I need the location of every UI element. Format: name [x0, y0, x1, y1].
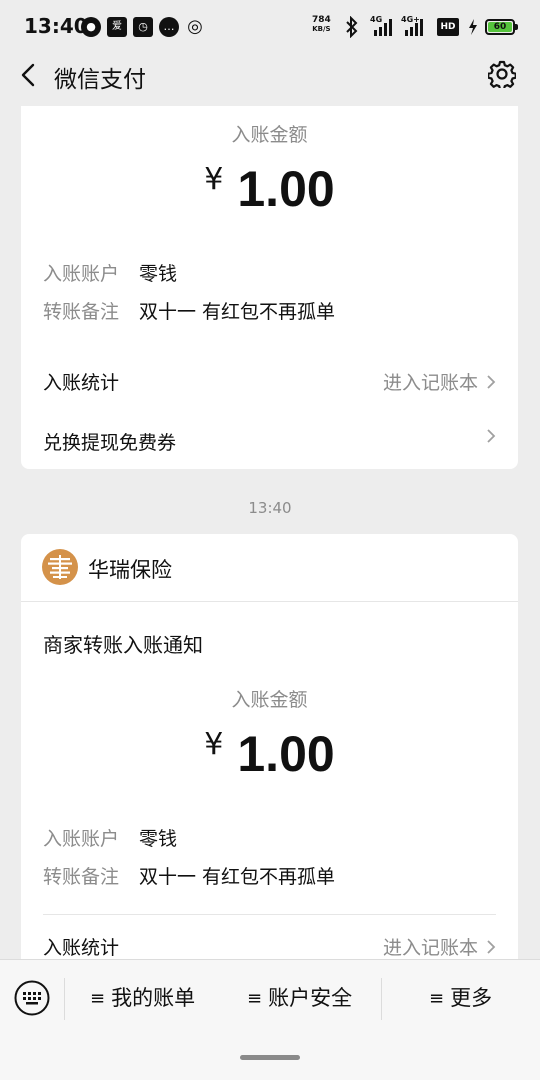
menu-icon: ≡ [90, 988, 106, 1009]
remark-value: 双十一 有红包不再孤单 [139, 866, 336, 888]
bottom-menu-bar: ≡ 我的账单 ≡ 账户安全 ≡ 更多 [0, 959, 540, 1080]
merchant-logo-icon [42, 549, 78, 585]
amount-display: ¥1.00 [21, 160, 518, 218]
status-time: 13:40 [24, 14, 88, 38]
menu-label: 更多 [450, 986, 493, 1010]
menu-separator [64, 978, 65, 1020]
currency-symbol: ¥ [204, 727, 224, 762]
transfer-card-1: 入账金额 ¥1.00 入账账户 零钱 转账备注 双十一 有红包不再孤单 入账统计… [21, 106, 518, 469]
amount-value: 1.00 [237, 726, 335, 782]
amount-value: 1.00 [237, 161, 335, 217]
alarm-icon: ◷ [133, 17, 153, 37]
remark-key: 转账备注 [43, 866, 120, 888]
page-title: 微信支付 [54, 67, 146, 93]
chevron-right-icon [487, 429, 496, 443]
wechat-icon: ● [81, 17, 101, 37]
signal-1-icon [374, 19, 392, 36]
coupon-row-label[interactable]: 兑换提现免费券 [43, 428, 176, 455]
ledger-link-label: 进入记账本 [382, 372, 478, 394]
menu-label: 我的账单 [111, 986, 196, 1010]
menu-separator [381, 978, 382, 1020]
account-value: 零钱 [139, 263, 178, 285]
ledger-link-label: 进入记账本 [382, 937, 478, 959]
coupon-row-arrow[interactable] [478, 428, 496, 444]
home-indicator[interactable] [240, 1055, 300, 1060]
ledger-link[interactable]: 进入记账本 [383, 368, 496, 395]
divider [21, 601, 518, 602]
message-icon: … [159, 17, 179, 37]
hotspot-icon: ◎ [187, 16, 203, 37]
menu-account-security[interactable]: ≡ 账户安全 [247, 982, 352, 1012]
account-value: 零钱 [139, 828, 178, 850]
divider [43, 914, 496, 915]
remark-key: 转账备注 [43, 301, 120, 323]
chevron-right-icon [487, 939, 496, 954]
charging-icon [469, 19, 477, 35]
menu-icon: ≡ [247, 988, 263, 1009]
account-key: 入账账户 [43, 263, 120, 285]
merchant-name: 华瑞保险 [88, 558, 172, 582]
stats-row-label[interactable]: 入账统计 [43, 368, 119, 395]
bluetooth-icon [346, 16, 358, 38]
gear-icon[interactable] [488, 60, 516, 88]
message-timestamp: 13:40 [248, 499, 292, 517]
chevron-left-icon[interactable] [18, 63, 40, 87]
battery-icon: 60 [485, 19, 515, 35]
battery-level: 60 [488, 22, 512, 32]
keyboard-icon[interactable] [14, 980, 50, 1016]
chevron-right-icon [487, 374, 496, 389]
amount-label: 入账金额 [231, 124, 308, 146]
currency-symbol: ¥ [204, 162, 224, 197]
account-key: 入账账户 [43, 828, 120, 850]
remark-value: 双十一 有红包不再孤单 [139, 301, 336, 323]
transfer-card-2[interactable]: 华瑞保险 商家转账入账通知 入账金额 ¥1.00 入账账户 零钱 转账备注 双十… [21, 534, 518, 974]
notice-title: 商家转账入账通知 [43, 633, 203, 657]
net-speed: 784 KB/S [312, 16, 331, 34]
signal-2-icon [405, 19, 423, 36]
hd-badge: HD [437, 18, 459, 36]
net-speed-value: 784 [312, 15, 331, 25]
fans-icon: 爱 [107, 17, 127, 37]
amount-label: 入账金额 [231, 689, 308, 711]
status-bar: 13:40 ● 爱 ◷ … ◎ 784 KB/S 4G 4G+ HD 60 [0, 0, 540, 52]
battery-tip [515, 24, 518, 30]
stats-row-label[interactable]: 入账统计 [43, 933, 119, 960]
menu-icon: ≡ [429, 988, 445, 1009]
menu-more[interactable]: ≡ 更多 [429, 982, 492, 1012]
menu-my-bills[interactable]: ≡ 我的账单 [90, 982, 195, 1012]
net-speed-unit: KB/S [312, 25, 331, 33]
menu-label: 账户安全 [268, 986, 353, 1010]
amount-display: ¥1.00 [21, 725, 518, 783]
ledger-link[interactable]: 进入记账本 [383, 933, 496, 960]
